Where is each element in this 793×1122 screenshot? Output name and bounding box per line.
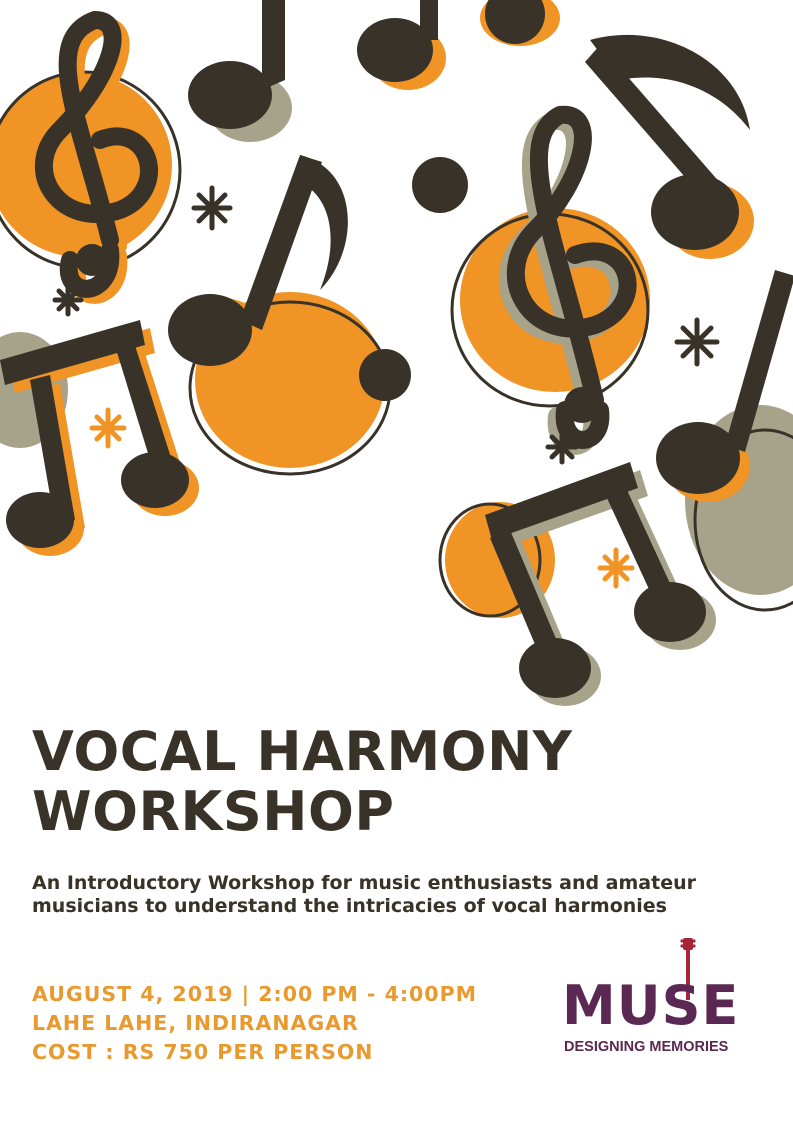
logo-wordmark: MUSE xyxy=(562,974,740,1037)
title-line-1: VOCAL HARMONY xyxy=(32,720,573,783)
music-notes-illustration xyxy=(0,0,793,706)
logo-tagline: DESIGNING MEMORIES xyxy=(564,1039,729,1055)
title-line-2: WORKSHOP xyxy=(32,780,395,843)
event-details: AUGUST 4, 2019 | 2:00 PM - 4:00PM LAHE L… xyxy=(32,980,477,1067)
event-cost: COST : RS 750 PER PERSON xyxy=(32,1040,374,1064)
muse-logo: MUSE DESIGNING MEMORIES xyxy=(560,938,760,1058)
eighth-note-icon xyxy=(188,0,292,142)
workshop-description: An Introductory Workshop for music enthu… xyxy=(32,872,696,917)
beamed-notes-icon xyxy=(485,462,716,706)
background-blobs xyxy=(0,0,793,618)
eighth-note-icon xyxy=(357,0,446,90)
event-date-time: AUGUST 4, 2019 | 2:00 PM - 4:00PM xyxy=(32,982,477,1006)
workshop-title: VOCAL HARMONY WORKSHOP xyxy=(32,722,572,842)
event-venue: LAHE LAHE, INDIRANAGAR xyxy=(32,1011,359,1035)
